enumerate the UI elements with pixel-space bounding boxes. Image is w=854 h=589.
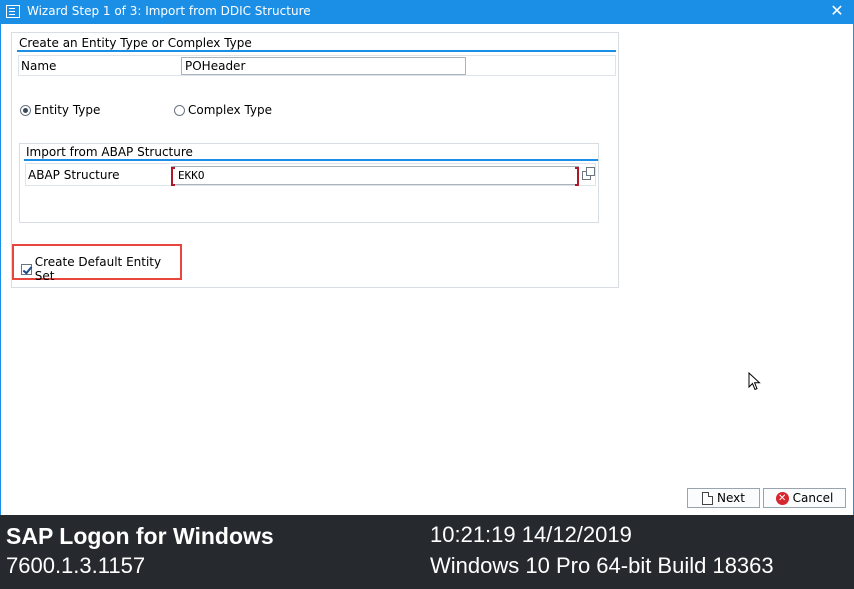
group-title-underline: [17, 50, 616, 52]
name-input[interactable]: POHeader: [181, 57, 466, 75]
info-footer: SAP Logon for Windows 7600.1.3.1157 10:2…: [0, 515, 854, 589]
value-help-icon[interactable]: [582, 167, 596, 181]
required-bracket-left: [171, 167, 175, 186]
next-button-label: Next: [717, 491, 745, 505]
datetime: 10:21:19 14/12/2019: [430, 522, 632, 547]
window-title: Wizard Step 1 of 3: Import from DDIC Str…: [27, 4, 311, 18]
app-name: SAP Logon for Windows: [6, 523, 274, 549]
app-version: 7600.1.3.1157: [6, 553, 146, 578]
title-bar: Wizard Step 1 of 3: Import from DDIC Str…: [0, 0, 854, 24]
radio-complex-type[interactable]: Complex Type: [174, 103, 272, 117]
radio-entity-type-label: Entity Type: [34, 103, 101, 117]
group-title-underline: [24, 159, 598, 161]
radio-unselected-icon: [174, 104, 185, 116]
next-doc-icon: [702, 491, 714, 505]
default-entity-set-label: Create Default Entity Set: [34, 255, 162, 283]
window-app-icon: [6, 5, 20, 18]
close-icon[interactable]: ✕: [829, 2, 845, 20]
radio-complex-type-label: Complex Type: [188, 103, 273, 117]
cancel-button-label: Cancel: [792, 491, 834, 505]
abap-structure-input[interactable]: EKKO: [171, 166, 579, 186]
os-info: Windows 10 Pro 64-bit Build 18363: [430, 553, 774, 578]
name-label: Name: [21, 59, 57, 73]
radio-entity-type[interactable]: Entity Type: [20, 103, 100, 117]
abap-structure-value: EKKO: [178, 169, 205, 182]
default-entity-set-checkbox[interactable]: Create Default Entity Set: [21, 255, 180, 283]
highlight-frame: Create Default Entity Set: [12, 244, 182, 283]
mouse-pointer-icon: [748, 372, 761, 391]
abap-structure-label: ABAP Structure: [28, 168, 120, 182]
entity-type-group: Create an Entity Type or Complex Type Na…: [11, 32, 619, 288]
required-bracket-right: [575, 167, 579, 186]
cancel-icon: ✕: [775, 491, 789, 505]
name-row: Name POHeader: [18, 55, 616, 76]
checkbox-checked-icon: [21, 263, 32, 275]
abap-structure-group: Import from ABAP Structure ABAP Structur…: [19, 143, 599, 223]
cancel-button[interactable]: ✕ Cancel: [763, 488, 846, 508]
next-button[interactable]: Next: [687, 488, 760, 508]
abap-structure-row: ABAP Structure EKKO: [25, 163, 596, 186]
abap-group-title: Import from ABAP Structure: [26, 145, 193, 159]
entity-group-title: Create an Entity Type or Complex Type: [19, 36, 252, 50]
radio-selected-icon: [20, 104, 31, 116]
